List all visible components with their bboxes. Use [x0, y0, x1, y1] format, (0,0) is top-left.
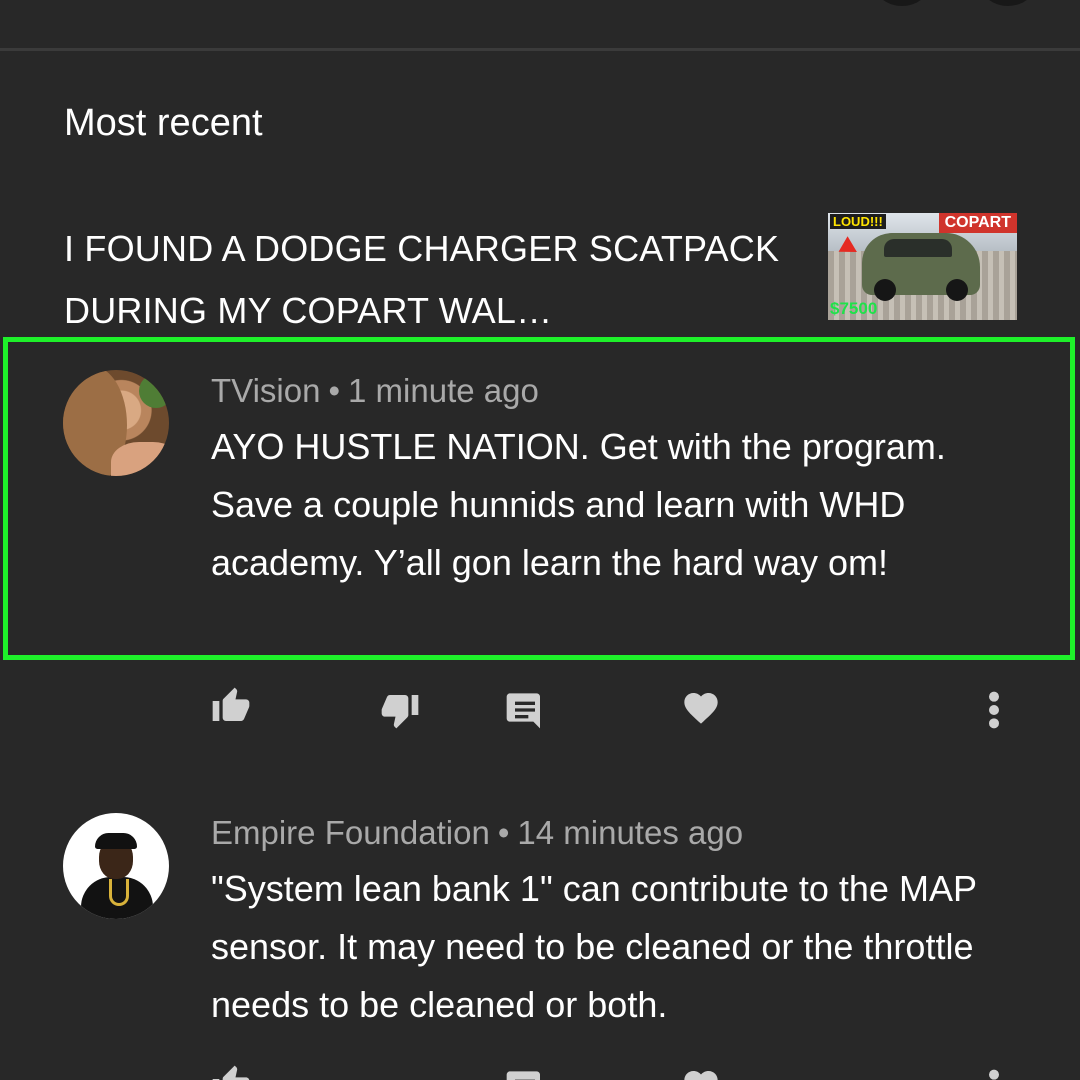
- heart-icon[interactable]: [679, 1064, 723, 1080]
- more-vert-icon[interactable]: [972, 1066, 1016, 1080]
- avatar-background-foliage: [139, 374, 169, 408]
- video-title[interactable]: I FOUND A DODGE CHARGER SCATPACK DURING …: [64, 218, 794, 342]
- sort-label[interactable]: Most recent: [64, 102, 263, 145]
- comment-time: 14 minutes ago: [517, 814, 744, 851]
- comment-author[interactable]: TVision: [211, 372, 320, 409]
- heart-icon[interactable]: [679, 686, 723, 730]
- top-toolbar-button-right[interactable]: [980, 0, 1036, 6]
- avatar[interactable]: [63, 370, 169, 476]
- thumbnail-badge-right: COPART: [938, 213, 1017, 233]
- thumbs-up-icon[interactable]: [209, 684, 253, 728]
- comment-actions: [0, 684, 1080, 734]
- comment-meta: Empire Foundation • 14 minutes ago: [211, 814, 743, 852]
- more-vert-icon[interactable]: [972, 688, 1016, 732]
- comment-author[interactable]: Empire Foundation: [211, 814, 490, 851]
- thumbnail-car-window: [884, 239, 952, 257]
- reply-icon[interactable]: [503, 688, 547, 732]
- thumbs-down-icon[interactable]: [378, 688, 422, 732]
- thumbnail-badge-left: LOUD!!!: [830, 214, 886, 229]
- avatar-cap: [95, 833, 137, 849]
- avatar-chain: [109, 879, 129, 906]
- avatar-shoulder: [111, 442, 169, 476]
- video-thumbnail[interactable]: LOUD!!! COPART $7500: [828, 213, 1017, 320]
- comment-time: 1 minute ago: [348, 372, 539, 409]
- header-divider: [0, 48, 1080, 51]
- thumbnail-price: $7500: [830, 299, 878, 318]
- thumbnail-wheel: [946, 279, 968, 301]
- top-toolbar-button-left[interactable]: [874, 0, 930, 6]
- thumbnail-wheel: [874, 279, 896, 301]
- comments-screen: Most recent I FOUND A DODGE CHARGER SCAT…: [0, 0, 1080, 1080]
- comment-text: AYO HUSTLE NATION. Get with the program.…: [211, 426, 946, 583]
- meta-separator: •: [497, 814, 510, 851]
- thumbs-up-icon[interactable]: [209, 1062, 253, 1080]
- avatar[interactable]: [63, 813, 169, 919]
- reply-icon[interactable]: [503, 1066, 547, 1080]
- comment-text: "System lean bank 1" can contribute to t…: [211, 868, 977, 1025]
- meta-separator: •: [328, 372, 341, 409]
- comment-actions: [0, 1062, 1080, 1080]
- comment-meta: TVision • 1 minute ago: [211, 372, 539, 410]
